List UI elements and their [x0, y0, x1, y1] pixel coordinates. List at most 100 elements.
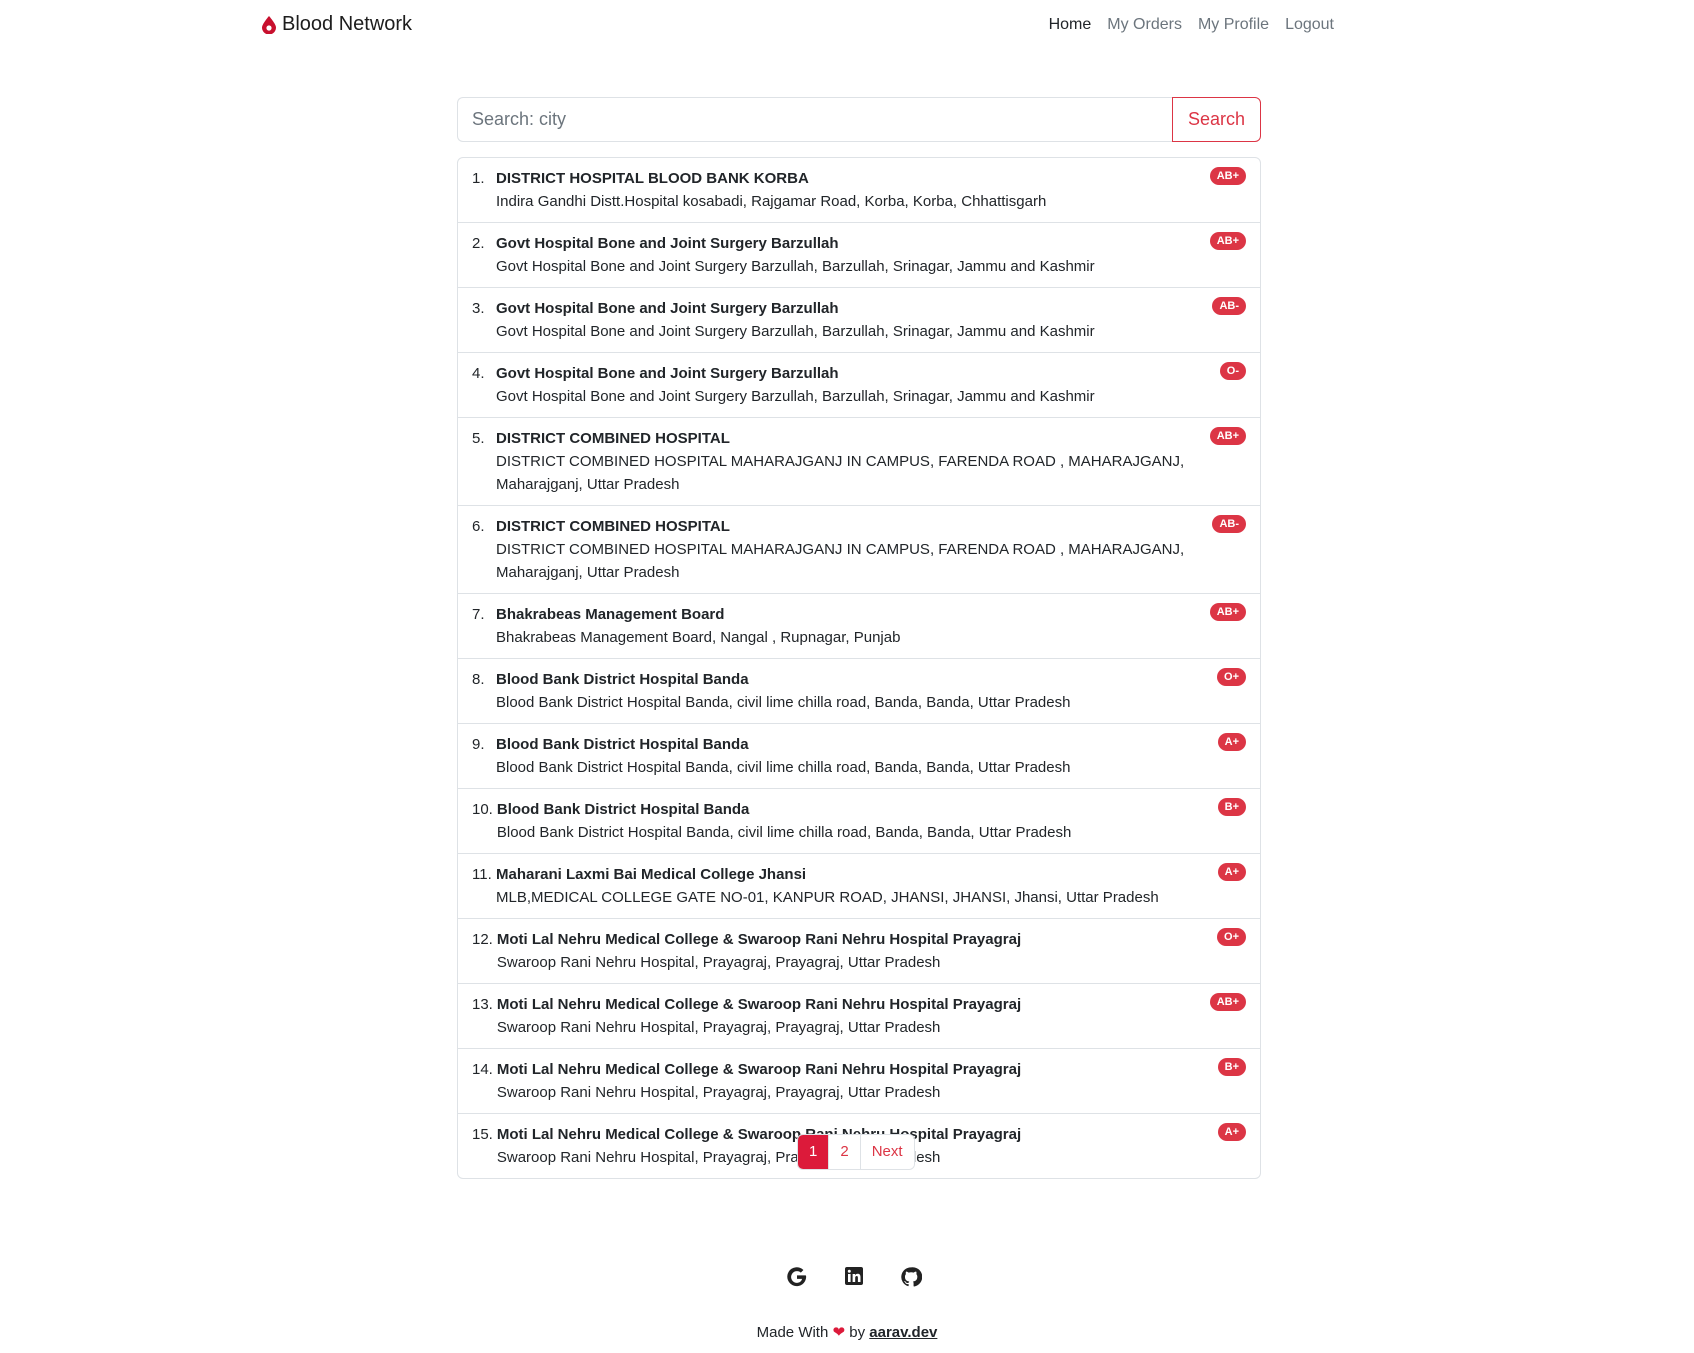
- list-item[interactable]: 10. Blood Bank District Hospital Banda Blo…: [458, 789, 1260, 854]
- github-icon[interactable]: [900, 1266, 923, 1293]
- list-item[interactable]: 13. Moti Lal Nehru Medical College & Swar…: [458, 984, 1260, 1049]
- blood-group-badge: AB-: [1212, 515, 1246, 533]
- item-body: DISTRICT COMBINED HOSPITAL DISTRICT COMBI…: [496, 516, 1200, 584]
- item-address: Swaroop Rani Nehru Hospital, Prayagraj, …: [496, 954, 941, 971]
- item-name: DISTRICT COMBINED HOSPITAL: [496, 430, 730, 447]
- list-item[interactable]: 6. DISTRICT COMBINED HOSPITAL DISTRICT COM…: [458, 506, 1260, 594]
- item-index: 10.: [472, 801, 493, 818]
- item-address: Blood Bank District Hospital Banda, civi…: [496, 759, 1071, 776]
- item-body: Govt Hospital Bone and Joint Surgery Bar…: [496, 363, 1200, 408]
- heart-icon: ❤: [832, 1324, 846, 1341]
- list-item[interactable]: 3. Govt Hospital Bone and Joint Surgery B…: [458, 288, 1260, 353]
- item-address: Govt Hospital Bone and Joint Surgery Bar…: [496, 258, 1095, 275]
- item-address: Indira Gandhi Distt.Hospital kosabadi, R…: [496, 193, 1047, 210]
- item-index: 6.: [472, 518, 485, 535]
- item-index: 2.: [472, 235, 485, 252]
- list-item[interactable]: 4. Govt Hospital Bone and Joint Surgery B…: [458, 353, 1260, 418]
- list-item[interactable]: 8. Blood Bank District Hospital Banda Bloo…: [458, 659, 1260, 724]
- nav-home[interactable]: Home: [1049, 16, 1092, 34]
- list-item[interactable]: 14. Moti Lal Nehru Medical College & Swar…: [458, 1049, 1260, 1114]
- results-list: 1. DISTRICT HOSPITAL BLOOD BANK KORBA Indi…: [457, 157, 1261, 1179]
- item-body: Maharani Laxmi Bai Medical College Jhans…: [496, 864, 1200, 909]
- item-body: Blood Bank District Hospital Banda Blood …: [497, 799, 1200, 844]
- item-address: DISTRICT COMBINED HOSPITAL MAHARAJGANJ I…: [496, 541, 1185, 581]
- item-name: Moti Lal Nehru Medical College & Swaroop…: [496, 931, 1022, 948]
- item-index: 3.: [472, 300, 485, 317]
- blood-group-badge: AB+: [1209, 427, 1246, 445]
- blood-group-badge: O+: [1217, 928, 1246, 946]
- item-index: 14.: [472, 1061, 493, 1078]
- item-name: Moti Lal Nehru Medical College & Swaroop…: [496, 1061, 1022, 1078]
- item-address: Swaroop Rani Nehru Hospital, Prayagraj, …: [496, 1019, 941, 1036]
- item-index: 1.: [472, 170, 485, 187]
- item-address: Swaroop Rani Nehru Hospital, Prayagraj, …: [496, 1084, 941, 1101]
- blood-group-badge: AB+: [1209, 167, 1246, 185]
- pagination: 1 2 Next: [797, 1134, 915, 1170]
- item-index: 9.: [472, 736, 485, 753]
- item-index: 12.: [472, 931, 493, 948]
- item-body: Moti Lal Nehru Medical College & Swaroop…: [497, 1059, 1200, 1104]
- item-body: Moti Lal Nehru Medical College & Swaroop…: [497, 929, 1200, 974]
- item-name: Blood Bank District Hospital Banda: [496, 671, 749, 688]
- next-page-button[interactable]: Next: [859, 1135, 914, 1169]
- list-item[interactable]: 7. Bhakrabeas Management Board Bhakrabeas …: [458, 594, 1260, 659]
- nav-links: Home My Orders My Profile Logout: [1049, 16, 1334, 34]
- social-links: [0, 1266, 1694, 1293]
- blood-group-badge: A+: [1217, 863, 1246, 881]
- item-address: Govt Hospital Bone and Joint Surgery Bar…: [496, 388, 1095, 405]
- item-body: Govt Hospital Bone and Joint Surgery Bar…: [496, 298, 1200, 343]
- brand[interactable]: Blood Network: [262, 13, 412, 36]
- item-body: Blood Bank District Hospital Banda Blood …: [496, 669, 1200, 714]
- page-2-button[interactable]: 2: [828, 1135, 860, 1169]
- brand-name: Blood Network: [282, 13, 413, 35]
- by-text: by: [849, 1324, 866, 1341]
- item-body: Bhakrabeas Management Board Bhakrabeas Ma…: [496, 604, 1200, 649]
- item-name: Govt Hospital Bone and Joint Surgery Bar…: [496, 235, 839, 252]
- item-name: Blood Bank District Hospital Banda: [496, 801, 750, 818]
- item-body: Blood Bank District Hospital Banda Blood …: [496, 734, 1200, 779]
- page-1-button[interactable]: 1: [798, 1135, 829, 1169]
- item-name: Moti Lal Nehru Medical College & Swaroop…: [496, 996, 1022, 1013]
- item-index: 11.: [472, 866, 492, 883]
- blood-group-badge: O-: [1219, 362, 1246, 380]
- blood-group-badge: A+: [1217, 733, 1246, 751]
- nav-logout[interactable]: Logout: [1285, 16, 1334, 34]
- main-content: Search 1. DISTRICT HOSPITAL BLOOD BANK KO…: [457, 97, 1261, 1195]
- item-index: 8.: [472, 671, 485, 688]
- item-address: DISTRICT COMBINED HOSPITAL MAHARAJGANJ I…: [496, 453, 1185, 493]
- blood-group-badge: O+: [1217, 668, 1246, 686]
- nav-my-orders[interactable]: My Orders: [1107, 16, 1182, 34]
- blood-group-badge: A+: [1217, 1123, 1246, 1141]
- item-address: MLB,MEDICAL COLLEGE GATE NO-01, KANPUR R…: [496, 889, 1159, 906]
- blood-group-badge: B+: [1217, 798, 1246, 816]
- item-body: DISTRICT HOSPITAL BLOOD BANK KORBA Indira…: [496, 168, 1200, 213]
- list-item[interactable]: 5. DISTRICT COMBINED HOSPITAL DISTRICT COM…: [458, 418, 1260, 506]
- item-index: 15.: [472, 1126, 493, 1143]
- search-button[interactable]: Search: [1172, 97, 1261, 142]
- list-item[interactable]: 9. Blood Bank District Hospital Banda Bloo…: [458, 724, 1260, 789]
- item-body: Moti Lal Nehru Medical College & Swaroop…: [497, 994, 1200, 1039]
- item-name: Maharani Laxmi Bai Medical College Jhans…: [496, 866, 807, 883]
- item-name: Bhakrabeas Management Board: [496, 606, 725, 623]
- linkedin-icon[interactable]: [844, 1266, 864, 1293]
- search-input[interactable]: [457, 97, 1172, 142]
- footer-credit: Made With ❤ by aarav.dev: [0, 1323, 1694, 1341]
- search-bar: Search: [457, 97, 1261, 142]
- item-index: 7.: [472, 606, 485, 623]
- item-body: DISTRICT COMBINED HOSPITAL DISTRICT COMBI…: [496, 428, 1200, 496]
- item-index: 4.: [472, 365, 485, 382]
- blood-drop-icon: [262, 15, 276, 34]
- nav-my-profile[interactable]: My Profile: [1198, 16, 1269, 34]
- blood-group-badge: B+: [1217, 1058, 1246, 1076]
- blood-group-badge: AB+: [1209, 232, 1246, 250]
- item-index: 5.: [472, 430, 485, 447]
- item-name: DISTRICT COMBINED HOSPITAL: [496, 518, 730, 535]
- google-icon[interactable]: [786, 1266, 808, 1293]
- item-name: Govt Hospital Bone and Joint Surgery Bar…: [496, 300, 839, 317]
- item-index: 13.: [472, 996, 493, 1013]
- list-item[interactable]: 2. Govt Hospital Bone and Joint Surgery B…: [458, 223, 1260, 288]
- list-item[interactable]: 1. DISTRICT HOSPITAL BLOOD BANK KORBA Indi…: [458, 158, 1260, 223]
- list-item[interactable]: 12. Moti Lal Nehru Medical College & Swar…: [458, 919, 1260, 984]
- list-item[interactable]: 11. Maharani Laxmi Bai Medical College Jh…: [458, 854, 1260, 919]
- author-link[interactable]: aarav.dev: [869, 1324, 937, 1341]
